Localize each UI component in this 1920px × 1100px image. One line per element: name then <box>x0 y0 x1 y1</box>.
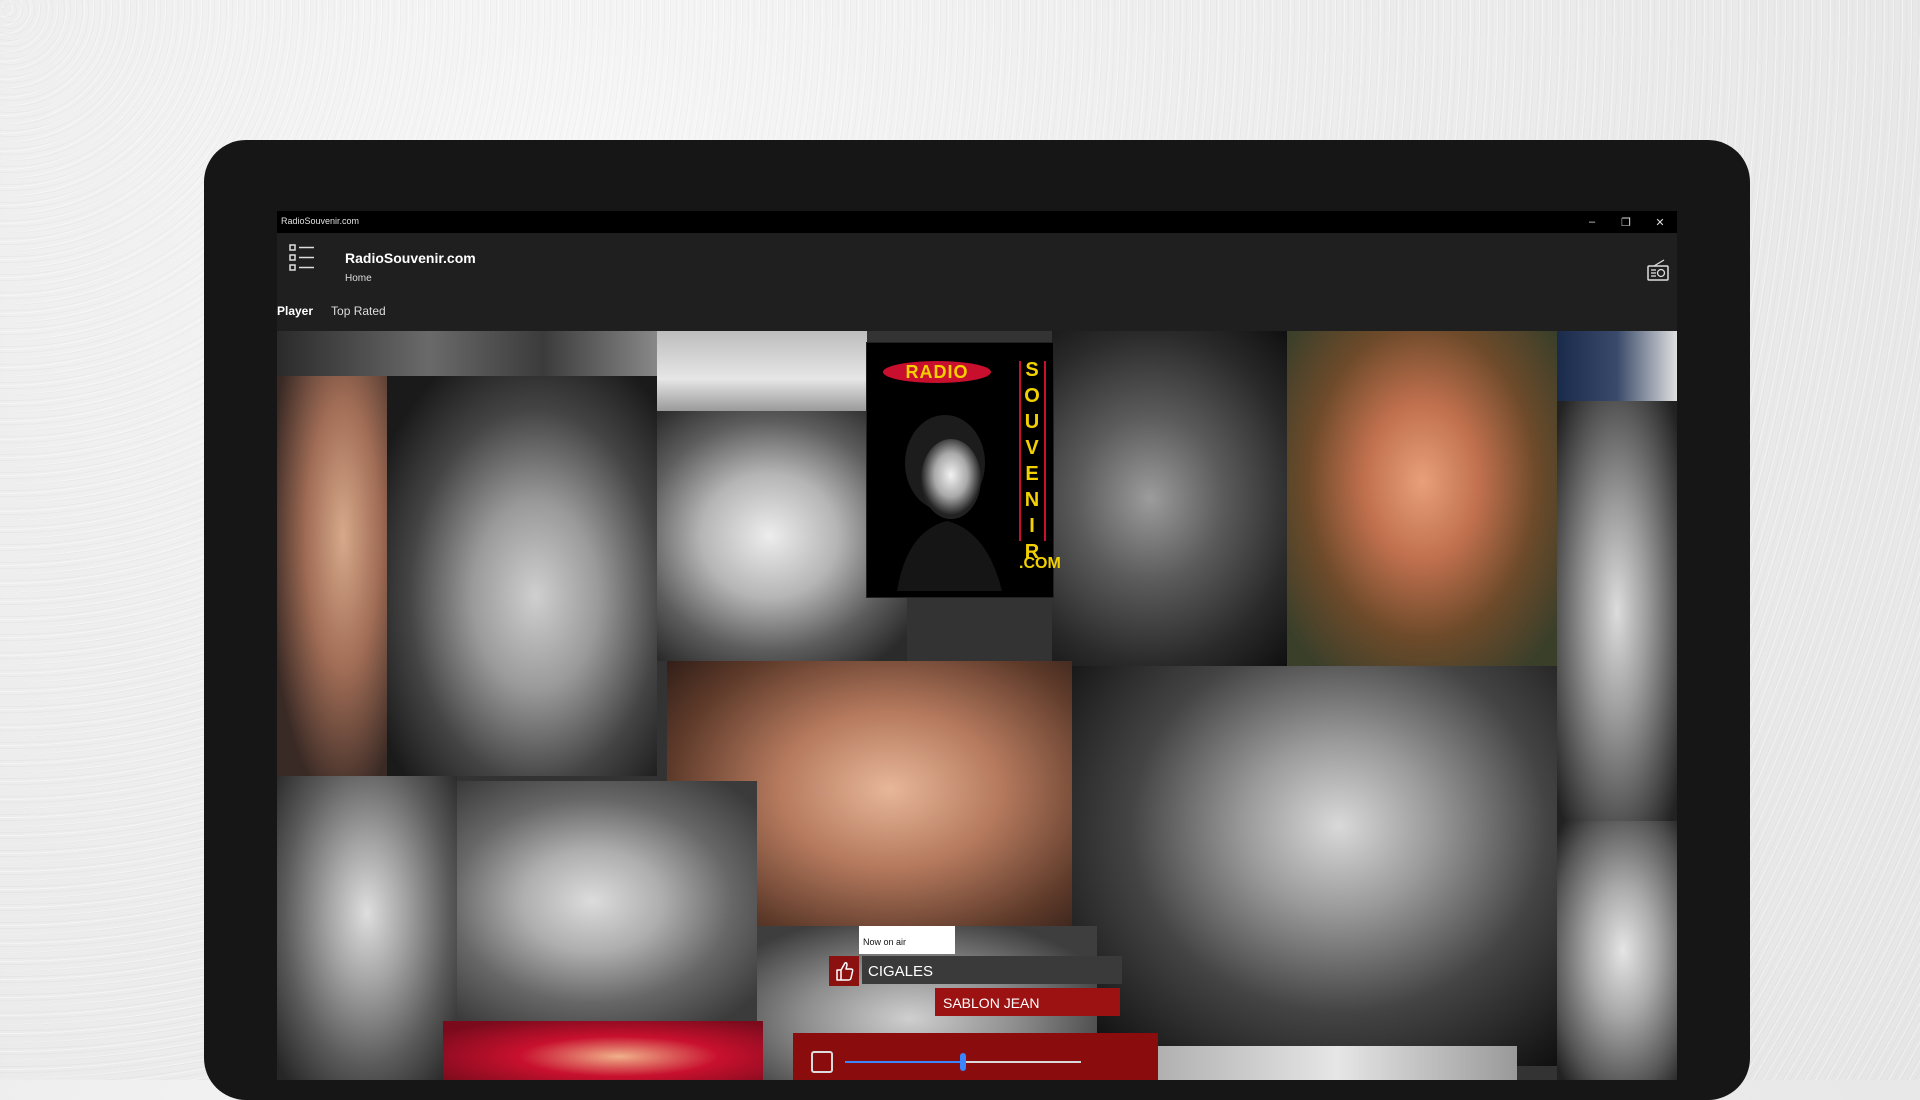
logo-com-text: .COM <box>1019 555 1061 572</box>
stop-button[interactable] <box>811 1051 833 1073</box>
logo-souvenir-text: S O U V E N I R <box>1021 357 1043 565</box>
app-header: RadioSouvenir.com Home <box>277 233 1677 295</box>
volume-slider-fill <box>845 1061 963 1063</box>
logo-letter: I <box>1029 515 1035 537</box>
photo-collage: RADIO S O U V E N I R .COM Now on air CI… <box>277 331 1677 1080</box>
volume-slider[interactable] <box>845 1053 1081 1071</box>
restore-button[interactable]: ❐ <box>1609 211 1643 233</box>
song-title-box: CIGALES <box>862 956 1122 984</box>
logo-letter: E <box>1025 463 1039 485</box>
logo-letter: S <box>1025 359 1039 381</box>
now-on-air-label: Now on air <box>863 937 907 947</box>
artist-name: SABLON JEAN <box>943 995 1040 1011</box>
window-title: RadioSouvenir.com <box>281 216 360 226</box>
logo-line-right <box>1044 361 1046 541</box>
song-title: CIGALES <box>868 963 934 980</box>
page-subtitle: Home <box>345 273 372 284</box>
logo-letter: O <box>1024 385 1040 407</box>
minimize-button[interactable]: – <box>1575 211 1609 233</box>
collage-photo <box>443 1021 763 1080</box>
radio-souvenir-logo: RADIO S O U V E N I R .COM <box>866 342 1061 598</box>
menu-button[interactable] <box>289 241 315 275</box>
now-on-air-label-box: Now on air <box>859 926 955 954</box>
collage-photo <box>387 376 657 776</box>
window-titlebar[interactable]: RadioSouvenir.com – ❐ ✕ <box>277 211 1677 233</box>
logo-radio-text: RADIO <box>883 361 991 383</box>
collage-photo <box>1157 1046 1517 1080</box>
radio-button[interactable] <box>1645 257 1671 283</box>
app-title: RadioSouvenir.com <box>345 250 476 266</box>
collage-photo <box>1052 331 1297 666</box>
collage-photo <box>277 776 457 1080</box>
collage-photo <box>457 781 757 1021</box>
collage-photo <box>1557 401 1677 821</box>
collage-photo <box>277 331 657 376</box>
logo-letter: U <box>1024 411 1040 433</box>
logo-letter: V <box>1025 437 1039 459</box>
window-controls: – ❐ ✕ <box>1575 211 1677 233</box>
logo-portrait <box>897 415 1002 591</box>
artist-name-box: SABLON JEAN <box>935 988 1120 1016</box>
logo-letter: N <box>1024 489 1040 511</box>
collage-photo <box>1557 821 1677 1080</box>
tab-top-rated[interactable]: Top Rated <box>331 304 386 324</box>
radio-icon <box>1647 259 1669 281</box>
app-window: RadioSouvenir.com – ❐ ✕ RadioSouvenir.co… <box>277 211 1677 1080</box>
thumbs-up-icon <box>836 962 854 981</box>
volume-slider-thumb[interactable] <box>960 1053 966 1071</box>
collage-photo <box>657 331 867 411</box>
close-button[interactable]: ✕ <box>1643 211 1677 233</box>
collage-photo <box>1072 666 1557 1066</box>
collage-photo <box>1287 331 1557 666</box>
like-button[interactable] <box>829 956 859 986</box>
player-controls <box>793 1033 1158 1080</box>
collage-photo <box>1557 331 1677 401</box>
list-menu-icon <box>289 244 314 271</box>
collage-photo <box>277 376 387 776</box>
tab-bar: Player Top Rated <box>277 304 404 324</box>
tab-player[interactable]: Player <box>277 304 313 324</box>
